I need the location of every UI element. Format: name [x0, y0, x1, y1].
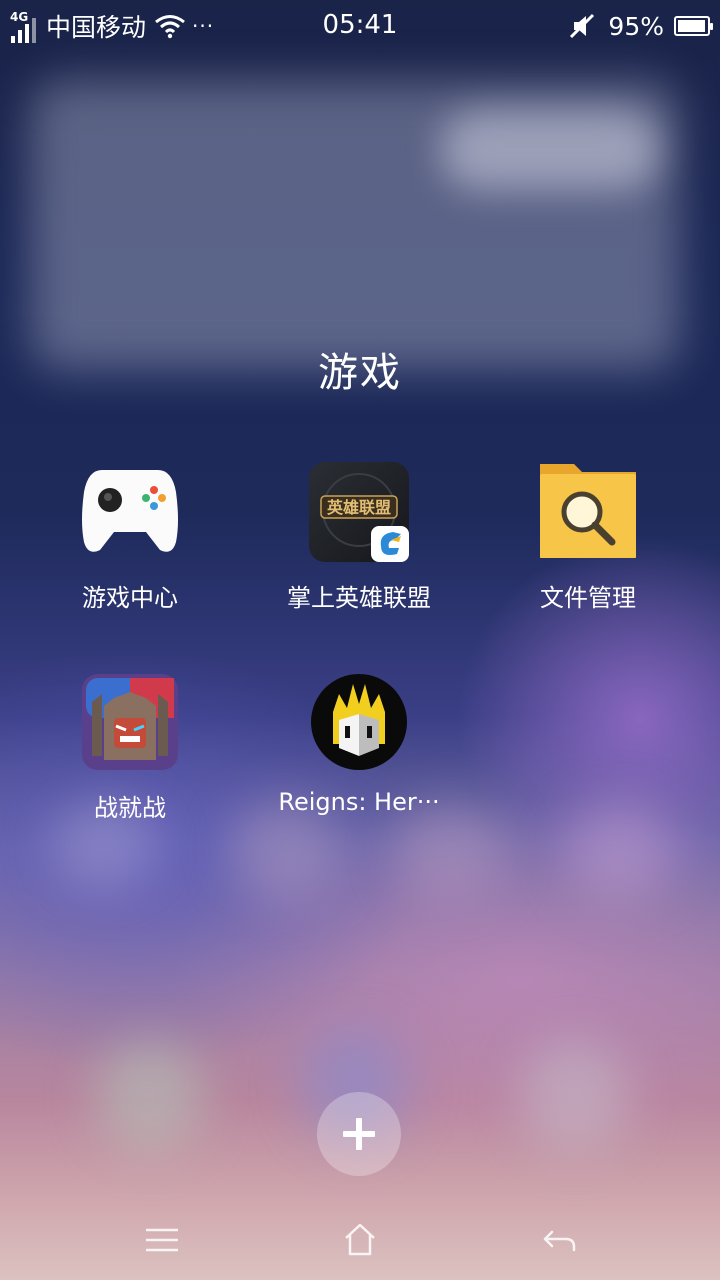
app-zhan-jiu-zhan[interactable]: 战就战	[30, 672, 230, 823]
app-game-center[interactable]: 游戏中心	[30, 462, 230, 613]
gamepad-icon	[80, 462, 180, 562]
crowned-face-icon	[309, 672, 409, 772]
status-bar: 4G 中国移动 ··· 05:41 95%	[0, 0, 720, 52]
lol-logo-text: 英雄联盟	[326, 498, 391, 517]
battery-icon	[674, 16, 713, 36]
blurred-background-icon	[565, 800, 675, 900]
app-label: 游戏中心	[82, 584, 178, 612]
navigation-bar	[0, 1210, 720, 1270]
mute-icon	[570, 13, 595, 39]
castle-warrior-icon	[80, 672, 180, 772]
plus-icon	[343, 1118, 375, 1150]
app-label: 掌上英雄联盟	[287, 584, 431, 612]
add-app-button[interactable]	[317, 1092, 401, 1176]
app-label: 战就战	[94, 794, 166, 822]
app-label: 文件管理	[540, 584, 636, 612]
blurred-background-icon	[520, 1040, 630, 1150]
folder-title[interactable]: 游戏	[0, 340, 720, 398]
file-manager-icon	[538, 462, 638, 562]
menu-icon[interactable]	[142, 1220, 182, 1260]
app-reigns[interactable]: Reigns: Her···	[259, 672, 459, 816]
app-label: Reigns: Her···	[278, 788, 440, 816]
status-right: 95%	[568, 10, 713, 42]
league-of-legends-icon: 英雄联盟	[309, 462, 409, 562]
battery-fill	[678, 20, 705, 32]
blurred-background-highlight	[440, 110, 660, 190]
back-icon[interactable]	[540, 1220, 580, 1260]
home-icon[interactable]	[340, 1220, 380, 1260]
app-file-manager[interactable]: 文件管理	[488, 462, 688, 613]
app-lol-companion[interactable]: 英雄联盟 掌上英雄联盟	[259, 462, 459, 613]
battery-percent: 95%	[608, 11, 664, 41]
blurred-background-icon	[95, 1040, 205, 1150]
